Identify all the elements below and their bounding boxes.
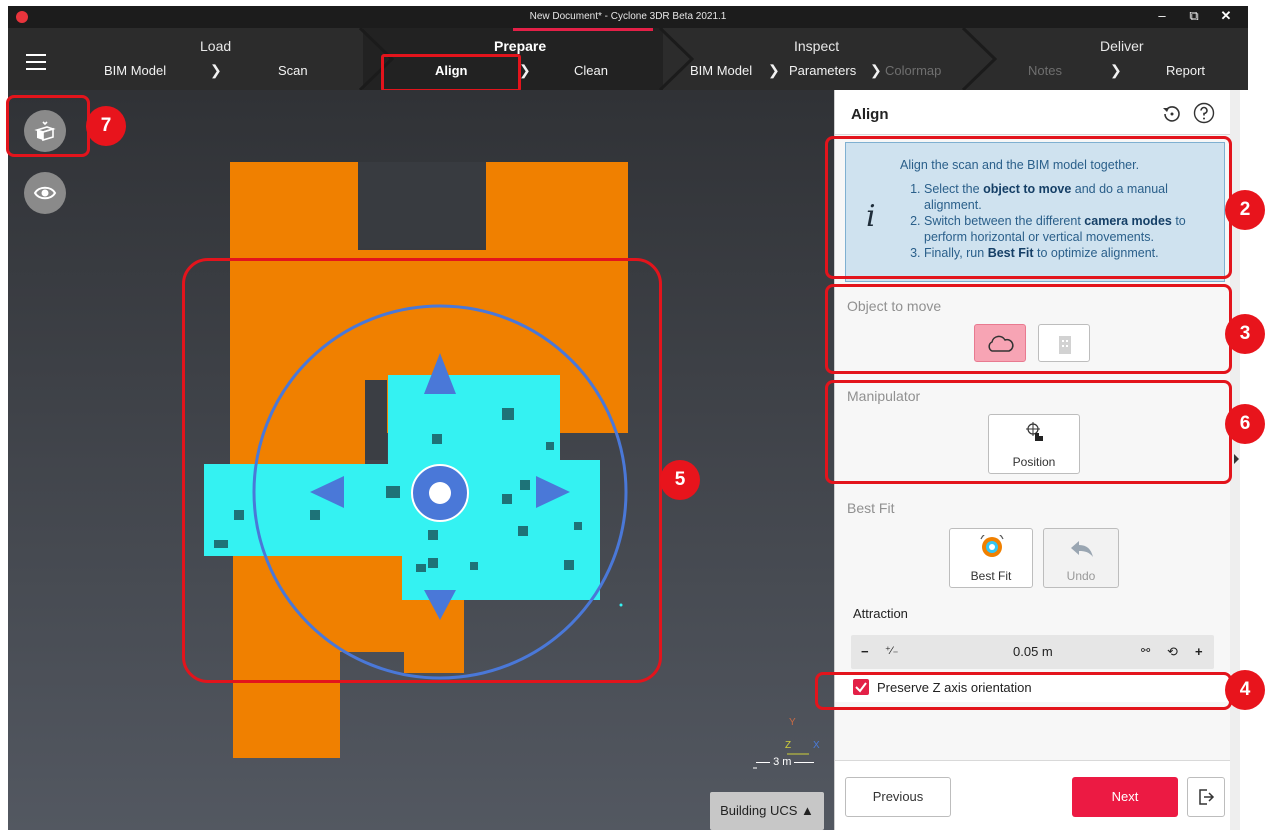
annotation-box-2	[825, 136, 1232, 279]
align-step-highlight	[381, 54, 521, 92]
window-title: New Document* - Cyclone 3DR Beta 2021.1	[529, 11, 727, 22]
scale-bar-label: 3 m	[773, 756, 792, 768]
step-prepare-clean[interactable]: Clean	[574, 63, 608, 78]
annotation-badge-4: 4	[1225, 670, 1265, 710]
building-ucs-dropdown[interactable]: Building UCS ▲	[710, 792, 824, 830]
attraction-label: Attraction	[853, 606, 908, 621]
step-deliver-report[interactable]: Report	[1166, 63, 1205, 78]
restore-button[interactable]: ⧉	[1178, 6, 1210, 28]
undo-button[interactable]: Undo	[1043, 528, 1119, 588]
step-inspect-colormap[interactable]: Colormap	[885, 63, 941, 78]
annotation-box-3	[825, 284, 1232, 374]
chevron-right-icon: ❯	[768, 62, 780, 78]
best-fit-icon	[980, 535, 1004, 557]
annotation-badge-7: 7	[86, 106, 126, 146]
chevron-right-icon: ❯	[1110, 62, 1122, 78]
step-inspect-bim-model[interactable]: BIM Model	[690, 63, 752, 78]
stage-inspect[interactable]: Inspect	[794, 38, 839, 54]
title-bar: New Document* - Cyclone 3DR Beta 2021.1 …	[8, 6, 1248, 28]
panel-header: Align	[835, 90, 1231, 135]
link-icon[interactable]: ⚯	[1141, 644, 1150, 657]
stage-deliver[interactable]: Deliver	[1100, 38, 1144, 54]
annotation-box-6	[825, 380, 1232, 484]
attraction-value[interactable]: 0.05 m	[1013, 644, 1053, 659]
annotation-box-7	[6, 95, 90, 157]
panel-title: Align	[851, 106, 889, 123]
scale-bar: 3 m	[756, 756, 815, 768]
step-inspect-parameters[interactable]: Parameters	[789, 63, 856, 78]
axis-x-label: X	[813, 740, 820, 751]
annotation-box-5	[182, 258, 662, 683]
collapse-panel-arrow-icon[interactable]	[1234, 454, 1239, 464]
axis-z-label: Z	[785, 740, 792, 751]
stage-load[interactable]: Load	[200, 38, 231, 54]
step-deliver-notes[interactable]: Notes	[1028, 63, 1062, 78]
exit-button[interactable]	[1187, 777, 1225, 817]
reset-icon[interactable]	[1161, 102, 1183, 124]
decrement-button[interactable]: −	[861, 644, 869, 659]
best-fit-label: Best Fit	[970, 569, 1012, 583]
stage-prepare[interactable]: Prepare	[494, 38, 546, 54]
step-load-bim-model[interactable]: BIM Model	[104, 63, 166, 78]
close-button[interactable]: ✕	[1210, 6, 1242, 28]
next-button[interactable]: Next	[1072, 777, 1178, 817]
annotation-badge-3: 3	[1225, 314, 1265, 354]
eye-icon	[33, 186, 57, 200]
chevron-right-icon: ❯	[210, 62, 222, 78]
reset-value-icon[interactable]: ⟲	[1167, 644, 1178, 660]
help-icon[interactable]	[1193, 102, 1215, 124]
best-fit-section-label: Best Fit	[847, 500, 895, 516]
axis-y-label: Y	[789, 717, 796, 728]
annotation-box-4	[815, 672, 1232, 710]
previous-button[interactable]: Previous	[845, 777, 951, 817]
annotation-badge-2: 2	[1225, 190, 1265, 230]
minimize-button[interactable]: –	[1146, 6, 1178, 28]
undo-arrow-icon	[1071, 541, 1093, 557]
workflow-bar: Load Prepare Inspect Deliver BIM Model ❯…	[8, 28, 1248, 90]
annotation-badge-6: 6	[1225, 404, 1265, 444]
stage-separators	[358, 28, 998, 90]
exit-icon	[1199, 789, 1215, 805]
step-load-scan[interactable]: Scan	[278, 63, 308, 78]
increment-button[interactable]: +	[1195, 644, 1203, 659]
visibility-button[interactable]	[24, 172, 66, 214]
tolerance-icon: ⁺⁄₋	[885, 645, 899, 657]
best-fit-button[interactable]: Best Fit	[949, 528, 1033, 588]
window-controls: – ⧉ ✕	[1146, 6, 1242, 28]
undo-label: Undo	[1066, 569, 1096, 583]
annotation-badge-5: 5	[660, 460, 700, 500]
chevron-right-icon: ❯	[870, 62, 882, 78]
attraction-stepper[interactable]: − ⁺⁄₋ 0.05 m ⚯ ⟲ +	[851, 635, 1214, 669]
panel-footer: Previous Next	[835, 760, 1231, 831]
